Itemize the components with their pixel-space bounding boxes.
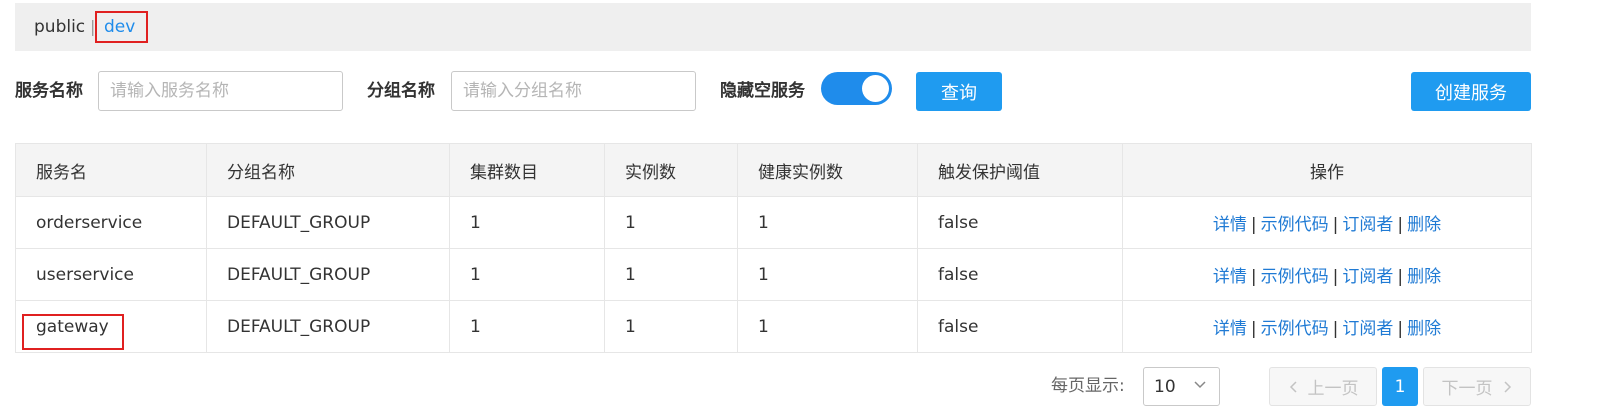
header-cluster-count: 集群数目 [449, 143, 605, 197]
cell-protect-threshold: false [917, 300, 1123, 353]
hide-empty-label: 隐藏空服务 [720, 81, 805, 101]
create-service-button[interactable]: 创建服务 [1411, 72, 1531, 111]
current-page-button[interactable]: 1 [1382, 367, 1418, 406]
table-row: userservice DEFAULT_GROUP 1 1 1 false 详情… [15, 248, 1532, 301]
delete-link[interactable]: 删除 [1407, 319, 1441, 339]
action-separator: | [1250, 215, 1257, 235]
header-instance-count: 实例数 [604, 143, 738, 197]
cell-healthy-count: 1 [737, 248, 918, 301]
detail-link[interactable]: 详情 [1213, 215, 1247, 235]
cell-group-name: DEFAULT_GROUP [206, 248, 450, 301]
sample-code-link[interactable]: 示例代码 [1261, 319, 1329, 339]
header-operations: 操作 [1122, 143, 1532, 197]
chevron-down-icon [1194, 381, 1206, 389]
sample-code-link[interactable]: 示例代码 [1261, 215, 1329, 235]
action-separator: | [1250, 319, 1257, 339]
prev-page-label: 上一页 [1307, 379, 1359, 399]
action-separator: | [1397, 267, 1404, 287]
cell-protect-threshold: false [917, 196, 1123, 249]
table-row: gateway DEFAULT_GROUP 1 1 1 false 详情 | 示例代… [15, 300, 1532, 353]
detail-link[interactable]: 详情 [1213, 267, 1247, 287]
namespace-bar: public | dev [15, 3, 1531, 51]
cell-operations: 详情 | 示例代码 | 订阅者 | 删除 [1122, 248, 1532, 301]
cell-operations: 详情 | 示例代码 | 订阅者 | 删除 [1122, 300, 1532, 353]
subscribers-link[interactable]: 订阅者 [1342, 319, 1393, 339]
namespace-public[interactable]: public [34, 17, 85, 37]
cell-cluster-count: 1 [449, 248, 605, 301]
action-separator: | [1332, 215, 1339, 235]
cell-group-name: DEFAULT_GROUP [206, 300, 450, 353]
header-healthy-count: 健康实例数 [737, 143, 918, 197]
cell-protect-threshold: false [917, 248, 1123, 301]
table-row: orderservice DEFAULT_GROUP 1 1 1 false 详… [15, 196, 1532, 249]
cell-cluster-count: 1 [449, 300, 605, 353]
delete-link[interactable]: 删除 [1407, 267, 1441, 287]
chevron-right-icon [1503, 380, 1511, 393]
next-page-button[interactable]: 下一页 [1423, 367, 1531, 406]
header-group-name: 分组名称 [206, 143, 450, 197]
cell-instance-count: 1 [604, 248, 738, 301]
cell-operations: 详情 | 示例代码 | 订阅者 | 删除 [1122, 196, 1532, 249]
page-size-label: 每页显示: [1051, 376, 1125, 396]
cell-healthy-count: 1 [737, 300, 918, 353]
cell-cluster-count: 1 [449, 196, 605, 249]
service-name-input[interactable] [98, 71, 343, 111]
header-protect-threshold: 触发保护阈值 [917, 143, 1123, 197]
toggle-knob [862, 75, 889, 102]
sample-code-link[interactable]: 示例代码 [1261, 267, 1329, 287]
cell-service-name: orderservice [15, 196, 207, 249]
service-name-label: 服务名称 [15, 81, 83, 101]
page-size-value: 10 [1154, 377, 1176, 397]
next-page-label: 下一页 [1441, 379, 1493, 399]
subscribers-link[interactable]: 订阅者 [1342, 267, 1393, 287]
page-size-select[interactable]: 10 [1143, 367, 1220, 406]
action-separator: | [1397, 215, 1404, 235]
delete-link[interactable]: 删除 [1407, 215, 1441, 235]
action-separator: | [1397, 319, 1404, 339]
highlight-box-gateway [22, 314, 124, 350]
cell-group-name: DEFAULT_GROUP [206, 196, 450, 249]
action-separator: | [1332, 267, 1339, 287]
chevron-left-icon [1289, 380, 1297, 393]
table-header-row: 服务名 分组名称 集群数目 实例数 健康实例数 触发保护阈值 操作 [15, 143, 1532, 197]
highlight-box-dev [95, 11, 148, 43]
detail-link[interactable]: 详情 [1213, 319, 1247, 339]
cell-service-name: userservice [15, 248, 207, 301]
query-button[interactable]: 查询 [916, 72, 1002, 111]
header-service-name: 服务名 [15, 143, 207, 197]
prev-page-button[interactable]: 上一页 [1269, 367, 1377, 406]
service-table: 服务名 分组名称 集群数目 实例数 健康实例数 触发保护阈值 操作 orders… [15, 143, 1532, 353]
subscribers-link[interactable]: 订阅者 [1342, 215, 1393, 235]
action-separator: | [1250, 267, 1257, 287]
group-name-label: 分组名称 [367, 81, 435, 101]
group-name-input[interactable] [451, 71, 696, 111]
hide-empty-toggle[interactable] [821, 72, 892, 105]
cell-instance-count: 1 [604, 196, 738, 249]
cell-healthy-count: 1 [737, 196, 918, 249]
cell-instance-count: 1 [604, 300, 738, 353]
action-separator: | [1332, 319, 1339, 339]
